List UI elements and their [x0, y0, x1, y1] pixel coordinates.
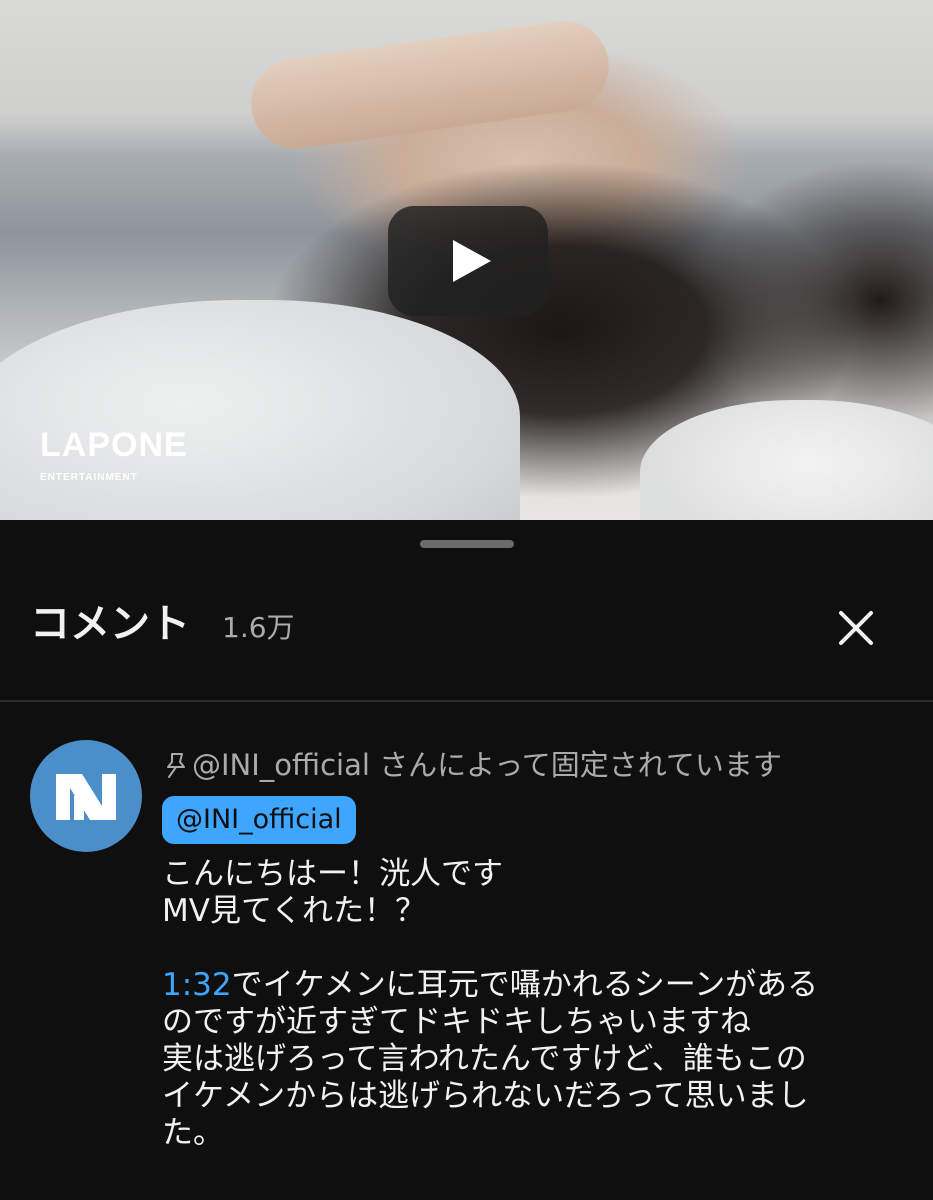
comment-line: た。 [162, 1115, 224, 1151]
video-player[interactable]: LAPONE ENTERTAINMENT [0, 0, 933, 520]
video-frame-detail [0, 300, 520, 520]
pinned-label-text: @INI_official さんによって固定されています [192, 748, 782, 782]
timestamp-link[interactable]: 1:32 [162, 967, 232, 1003]
play-icon [453, 240, 491, 282]
comment-line: 実は逃げろって言われたんですけど、誰もこの [162, 1041, 807, 1077]
comment-author[interactable]: @INI_official [162, 796, 356, 844]
comment-line: 1:32でイケメンに耳元で囁かれるシーンがある [162, 967, 892, 1004]
header-divider [0, 700, 933, 702]
play-button[interactable] [388, 206, 548, 316]
logo-subtext: ENTERTAINMENT [40, 472, 138, 483]
comment-line: MV見てくれた！？ [162, 893, 427, 929]
comment-line: こんにちはー！洸人です [162, 856, 503, 892]
ini-logo-icon [56, 774, 116, 820]
close-icon [839, 611, 873, 645]
comment-line: イケメンからは逃げられないだろって思いまし [162, 1078, 809, 1114]
drag-handle[interactable] [420, 540, 514, 548]
comment-blank-line [162, 930, 892, 967]
comments-title: コメント [30, 601, 190, 647]
pinned-label: @INI_official さんによって固定されています [164, 745, 782, 785]
comments-count: 1.6万 [222, 611, 295, 644]
comments-sheet: コメント 1.6万 @INI_official さんによって固定されています @… [0, 520, 933, 1200]
logo-text: LAPONE [40, 426, 188, 464]
video-frame-detail [245, 15, 615, 155]
video-frame-detail [640, 400, 933, 520]
avatar[interactable] [30, 740, 142, 852]
close-button[interactable] [826, 598, 886, 658]
comment-body: こんにちはー！洸人です MV見てくれた！？ 1:32でイケメンに耳元で囁かれるシ… [162, 856, 892, 1152]
comment-line: のですが近すぎてドキドキしちゃいますね [162, 1004, 751, 1040]
comment-line-text: でイケメンに耳元で囁かれるシーンがある [231, 967, 819, 1003]
pin-icon [167, 753, 185, 778]
channel-logo-watermark: LAPONE ENTERTAINMENT [40, 428, 190, 483]
